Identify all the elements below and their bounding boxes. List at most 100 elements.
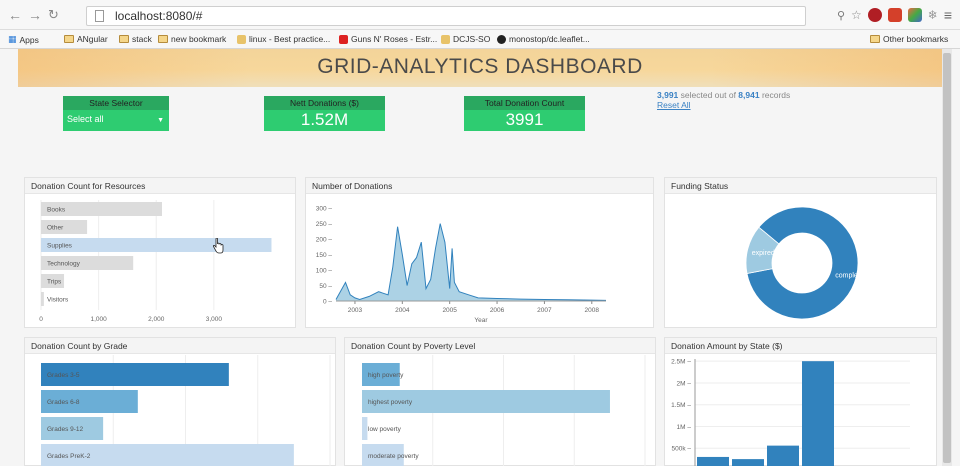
bookmark-new[interactable]: new bookmark bbox=[158, 34, 226, 44]
grade-chart[interactable]: Grades 3-5 Grades 6-8 Grades 9-12 Grades Pr… bbox=[25, 355, 337, 466]
bar-label: high poverty bbox=[368, 372, 404, 379]
bar-state-1 bbox=[697, 456, 729, 466]
bar-label: moderate poverty bbox=[368, 453, 419, 460]
bookmark-dcjs[interactable]: DCJS-SO bbox=[441, 34, 490, 44]
page-icon bbox=[441, 34, 450, 44]
state-selector[interactable]: State Selector Select all ▼ bbox=[63, 96, 169, 131]
hand-cursor-icon bbox=[212, 238, 224, 254]
page-title: GRID-ANALYTICS DASHBOARD bbox=[317, 55, 643, 78]
panel-resources: Donation Count for Resources 0 1,000 2,000… bbox=[24, 177, 296, 328]
donations-area bbox=[336, 223, 606, 301]
selected-count: 3,991 bbox=[657, 90, 679, 100]
y-tick-label: 100 – bbox=[316, 268, 333, 275]
page-icon bbox=[237, 34, 246, 44]
panel-title-resources: Donation Count for Resources bbox=[25, 178, 295, 194]
state-selector-label: State Selector bbox=[63, 96, 169, 110]
bar-supplies bbox=[41, 238, 272, 252]
github-icon bbox=[497, 34, 506, 44]
bookmark-monostop[interactable]: monostop/dc.leaflet... bbox=[497, 34, 590, 44]
browser-toolbar: ← → ↻ localhost:8080/# ⚲ ☆ ❄ ≡ bbox=[0, 0, 960, 30]
bar-state-2 bbox=[732, 459, 764, 466]
resources-chart[interactable]: 0 1,000 2,000 3,000 Books Other Supplies Techno… bbox=[25, 195, 297, 328]
y-tick-label: 50 – bbox=[319, 283, 332, 290]
bar-label: Books bbox=[47, 207, 66, 214]
bookmark-linux[interactable]: linux - Best practice... bbox=[237, 34, 330, 44]
slice-label: completed bbox=[835, 273, 867, 280]
colorful-extension-icon[interactable] bbox=[907, 8, 922, 22]
total-count-value: 3991 bbox=[505, 110, 544, 129]
panel-title-funding: Funding Status bbox=[665, 178, 936, 194]
nett-donations-value: 1.52M bbox=[300, 110, 349, 129]
bookmark-stack[interactable]: stack bbox=[119, 34, 152, 44]
y-tick-label: 250 – bbox=[316, 221, 333, 228]
y-tick-label: 300 – bbox=[316, 206, 333, 213]
bar-label: low poverty bbox=[368, 426, 402, 433]
folder-icon bbox=[870, 35, 880, 43]
star-icon[interactable]: ☆ bbox=[851, 8, 862, 22]
records-count: 3,991 selected out of 8,941 records bbox=[657, 90, 790, 100]
cors-icon[interactable] bbox=[887, 8, 902, 22]
apps-icon: ▦ bbox=[8, 34, 17, 44]
bar-label: Technology bbox=[47, 261, 81, 268]
x-tick-label: 2005 bbox=[442, 307, 457, 314]
x-tick-label: 2003 bbox=[348, 307, 363, 314]
opera-icon[interactable] bbox=[867, 8, 882, 22]
bookmark-other[interactable]: Other bookmarks bbox=[870, 34, 948, 44]
y-tick-label: 0 – bbox=[323, 299, 332, 306]
bookmark-apps[interactable]: ▦ Apps bbox=[8, 34, 39, 45]
x-tick-label: 1,000 bbox=[90, 316, 107, 323]
bar-label: Other bbox=[47, 225, 64, 232]
zoom-icon[interactable]: ⚲ bbox=[837, 9, 845, 22]
nett-donations-label: Nett Donations ($) bbox=[264, 96, 385, 110]
page-icon bbox=[95, 10, 104, 22]
bar-label: Grades 9-12 bbox=[47, 426, 84, 433]
panel-title-state: Donation Amount by State ($) bbox=[665, 338, 936, 354]
poverty-chart[interactable]: high poverty highest poverty low poverty mo… bbox=[345, 355, 657, 466]
bar-label: Grades 3-5 bbox=[47, 372, 80, 379]
state-selector-value: Select all bbox=[67, 114, 104, 124]
folder-icon bbox=[158, 35, 168, 43]
bar-label: highest poverty bbox=[368, 399, 413, 406]
panel-grade: Donation Count by Grade Grades 3-5 Grades… bbox=[24, 337, 336, 466]
bar-label: Visitors bbox=[47, 297, 69, 304]
menu-icon[interactable]: ≡ bbox=[944, 7, 952, 23]
reset-all-link[interactable]: Reset All bbox=[657, 100, 691, 110]
y-tick-label: 200 – bbox=[316, 237, 333, 244]
dashboard-header: GRID-ANALYTICS DASHBOARD bbox=[18, 49, 942, 87]
page-scrollbar[interactable] bbox=[942, 49, 952, 466]
folder-icon bbox=[64, 35, 74, 43]
folder-icon bbox=[119, 35, 129, 43]
slice-label: expired bbox=[752, 250, 775, 257]
bar-state-4 bbox=[802, 361, 834, 466]
reload-icon[interactable]: ↻ bbox=[48, 7, 59, 23]
panel-poverty: Donation Count by Poverty Level high pov… bbox=[344, 337, 656, 466]
x-tick-label: 2004 bbox=[395, 307, 410, 314]
back-arrow-icon[interactable]: ← bbox=[8, 7, 22, 23]
donations-line bbox=[335, 223, 607, 301]
donations-chart[interactable]: 0 – 50 – 100 – 150 – 200 – 250 – 300 – 2003 2004… bbox=[306, 195, 655, 328]
y-tick-label: 150 – bbox=[316, 252, 333, 259]
bookmark-guns-n-roses[interactable]: Guns N' Roses - Estr... bbox=[339, 34, 437, 44]
funding-chart[interactable]: completed expired bbox=[665, 195, 938, 328]
nett-donations-widget: Nett Donations ($) 1.52M bbox=[264, 96, 385, 131]
total-count-widget: Total Donation Count 3991 bbox=[464, 96, 585, 131]
extension-icons: ⚲ ☆ ❄ ≡ bbox=[837, 7, 952, 23]
x-tick-label: 2,000 bbox=[148, 316, 165, 323]
bar-label: Grades PreK-2 bbox=[47, 453, 91, 460]
address-bar[interactable]: localhost:8080/# bbox=[86, 6, 806, 26]
panel-title-donations: Number of Donations bbox=[306, 178, 653, 194]
panel-donations: Number of Donations 0 – 50 – 100 – 150 – 200… bbox=[305, 177, 654, 328]
y-tick-label: 2.5M – bbox=[671, 359, 691, 366]
records-mid-text: selected out of bbox=[678, 90, 739, 100]
y-tick-label: 2M – bbox=[677, 380, 692, 387]
bookmark-angular[interactable]: ANgular bbox=[64, 34, 108, 44]
bookmarks-bar: ▦ Apps ANgular stack new bookmark linux … bbox=[0, 30, 960, 49]
puzzle-icon[interactable]: ❄ bbox=[928, 8, 938, 22]
dropdown-caret-icon: ▼ bbox=[157, 117, 164, 124]
state-chart[interactable]: 500k – 1M – 1.5M – 2M – 2.5M – bbox=[665, 355, 938, 466]
panel-state: Donation Amount by State ($) 500k – 1M – 1… bbox=[664, 337, 937, 466]
scrollbar-thumb[interactable] bbox=[943, 53, 951, 463]
total-count-label: Total Donation Count bbox=[464, 96, 585, 110]
panel-funding: Funding Status completed expired bbox=[664, 177, 937, 328]
forward-arrow-icon[interactable]: → bbox=[28, 7, 42, 23]
